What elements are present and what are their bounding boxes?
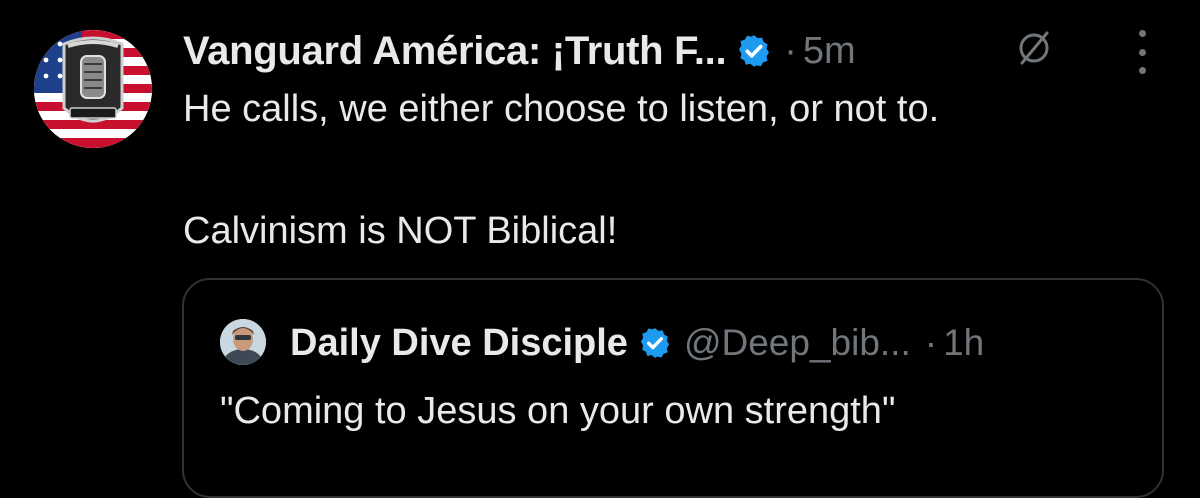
diver-portrait-icon bbox=[220, 319, 266, 365]
verified-badge-icon[interactable] bbox=[736, 33, 772, 69]
tweet-text-line: He calls, we either choose to listen, or… bbox=[183, 88, 940, 130]
grok-icon[interactable] bbox=[1014, 28, 1054, 68]
more-options-icon[interactable] bbox=[1128, 30, 1156, 74]
quoted-tweet-header: Daily Dive Disciple @Deep_bib... · 1h bbox=[290, 318, 984, 368]
quoted-tweet-card[interactable]: Daily Dive Disciple @Deep_bib... · 1h "C… bbox=[182, 278, 1164, 498]
quoted-author-handle[interactable]: @Deep_bib... bbox=[684, 322, 911, 364]
quoted-header-separator: · bbox=[924, 322, 938, 363]
author-avatar[interactable] bbox=[34, 30, 152, 148]
quoted-author-display-name[interactable]: Daily Dive Disciple bbox=[290, 322, 628, 365]
tweet[interactable]: Vanguard América: ¡Truth F... · 5m He ca… bbox=[0, 0, 1200, 498]
tweet-text-line: Calvinism is NOT Biblical! bbox=[183, 210, 618, 252]
header-separator: · bbox=[784, 29, 797, 72]
quoted-tweet-timestamp[interactable]: 1h bbox=[943, 322, 984, 364]
quoted-tweet-text: "Coming to Jesus on your own strength" bbox=[220, 390, 896, 432]
flag-avatar-icon bbox=[34, 30, 152, 148]
verified-badge-icon[interactable] bbox=[638, 326, 672, 360]
quoted-author-avatar[interactable] bbox=[220, 319, 266, 365]
tweet-header: Vanguard América: ¡Truth F... · 5m bbox=[183, 22, 856, 80]
author-display-name[interactable]: Vanguard América: ¡Truth F... bbox=[183, 29, 727, 74]
tweet-timestamp[interactable]: 5m bbox=[803, 30, 856, 73]
